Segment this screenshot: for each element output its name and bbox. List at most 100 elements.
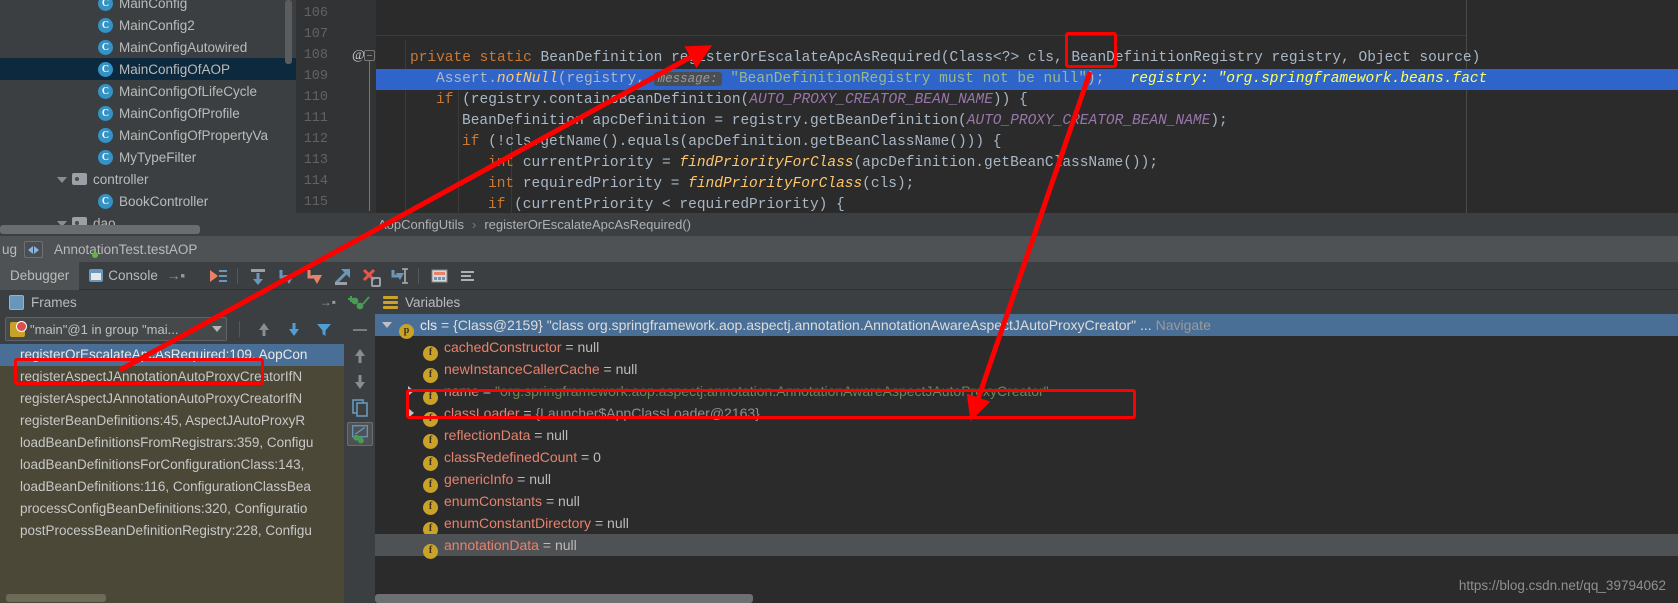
line-number-110: 110 [303,90,328,105]
console-icon [89,269,104,282]
variable-row-newInstanceCallerCache[interactable]: f newInstanceCallerCache = null [375,358,1678,383]
tree-item-mainconfigoflifecycle[interactable]: C MainConfigOfLifeCycle [0,80,296,102]
evaluate-expression-icon[interactable] [425,262,453,290]
toolbar-separator-2 [418,267,420,284]
frame-list-item[interactable]: loadBeanDefinitionsFromRegistrars:359, C… [0,432,344,454]
debug-session-title[interactable]: AnnotationTest.testAOP [54,242,197,257]
copy-icon[interactable] [347,396,373,420]
variable-row-classRedefinedCount[interactable]: f classRedefinedCount = 0 [375,446,1678,471]
tree-item-mainconfig[interactable]: C MainConfig [0,0,296,14]
java-class-icon: C [98,149,113,165]
code-token: private [410,50,480,66]
tree-item-controller[interactable]: controller [0,168,296,190]
breadcrumb-method[interactable]: registerOrEscalateApcAsRequired() [484,217,691,232]
step-out-icon[interactable] [328,262,356,290]
variable-equals: = [577,449,594,465]
code-line-112[interactable]: if (!cls.getName().equals(apcDefinition.… [376,132,1002,153]
code-line-113[interactable]: int currentPriority = findPriorityForCla… [376,153,1158,174]
code-token: requiredPriority = [522,176,689,192]
variable-name: cls [420,317,438,333]
filter-icon[interactable] [312,317,336,341]
run-to-cursor-icon[interactable] [384,262,412,290]
variable-row-cachedConstructor[interactable]: f cachedConstructor = null [375,336,1678,361]
down-arrow-icon[interactable] [282,317,306,341]
tree-item-label: MainConfigAutowired [119,39,248,55]
force-step-into-icon[interactable] [300,262,328,290]
remove-icon[interactable] [347,318,373,342]
chevron-down-icon[interactable] [381,319,393,331]
tree-expand-arrow-icon[interactable] [56,173,68,185]
pin-tab-icon[interactable]: →▪ [167,268,185,283]
tree-item-mainconfigofaop[interactable]: C MainConfigOfAOP [0,58,296,80]
variable-name: classRedefinedCount [444,449,578,465]
project-tree-panel[interactable]: C MainConfig C MainConfig2 C MainConfigAutowi… [0,0,296,236]
tree-item-bookcontroller[interactable]: C BookController [0,190,296,212]
move-down-icon[interactable] [347,370,373,394]
editor-gutter[interactable]: 106 107 108 109 110 111 112 113 114 115 @ [296,0,376,236]
variable-equals: = [437,317,454,333]
code-token: (Class<?> cls, BeanDefinitionRegistry re… [940,50,1481,66]
code-editor[interactable]: private static BeanDefinition registerOr… [376,0,1678,236]
up-arrow-icon[interactable] [252,317,276,341]
code-token: registry: "org.springframework.beans.fac… [1104,71,1488,87]
settings-watch-icon[interactable] [346,422,373,446]
variable-name: genericInfo [444,471,514,487]
code-token: if [436,92,463,108]
tree-item-mainconfig2[interactable]: C MainConfig2 [0,14,296,36]
code-line-109[interactable]: Assert.notNull(registry, message: "BeanD… [376,69,1678,90]
step-over-icon[interactable] [244,262,272,290]
variable-content: f cachedConstructor = null [423,339,599,361]
variable-name: reflectionData [444,427,531,443]
frame-list-item[interactable]: registerBeanDefinitions:45, AspectJAutoP… [0,410,344,432]
line-number-106: 106 [303,6,328,21]
code-line-110[interactable]: if (registry.containsBeanDefinition(AUTO… [376,90,1028,111]
editor-top-divider [376,35,1466,36]
frame-list-item[interactable]: loadBeanDefinitionsForConfigurationClass… [0,454,344,476]
add-watch-icon[interactable] [347,292,373,316]
variable-row-genericInfo[interactable]: f genericInfo = null [375,468,1678,493]
variable-row-annotationData[interactable]: f annotationData = null [375,534,1678,559]
resume-program-icon[interactable] [203,262,231,290]
move-up-icon[interactable] [347,344,373,368]
code-token: BeanDefinition [540,50,672,66]
variable-equals: = [561,339,578,355]
tab-debugger[interactable]: Debugger [0,261,80,290]
breadcrumb[interactable]: AopConfigUtils › registerOrEscalateApcAs… [296,213,1678,236]
code-token: notNull [496,71,558,87]
frame-list-item[interactable]: loadBeanDefinitions:116, ConfigurationCl… [0,476,344,498]
step-into-icon[interactable] [272,262,300,290]
variable-value: null [546,427,569,443]
code-line-114[interactable]: int requiredPriority = findPriorityForCl… [376,174,914,195]
breadcrumb-class[interactable]: AopConfigUtils [378,217,464,232]
variable-row-cls[interactable]: p cls = {Class@2159} "class org.springfra… [375,314,1678,339]
frame-list-item[interactable]: registerAspectJAnnotationAutoProxyCreato… [0,388,344,410]
variable-row-enumConstantDirectory[interactable]: f enumConstantDirectory = null [375,512,1678,537]
navigate-link[interactable]: Navigate [1156,317,1211,333]
tab-debugger-label: Debugger [10,268,70,283]
code-line-108[interactable]: private static BeanDefinition registerOr… [376,48,1480,69]
tree-item-mytypefilter[interactable]: C MyTypeFilter [0,146,296,168]
variables-horizontal-scrollbar[interactable] [375,594,753,603]
variable-row-reflectionData[interactable]: f reflectionData = null [375,424,1678,449]
line-number-112: 112 [303,132,328,147]
tree-item-mainconfigofpropertyva[interactable]: C MainConfigOfPropertyVa [0,124,296,146]
frame-list-item[interactable]: postProcessBeanDefinitionRegistry:228, C… [0,520,344,542]
tree-item-mainconfigofprofile[interactable]: C MainConfigOfProfile [0,102,296,124]
variables-list[interactable]: p cls = {Class@2159} "class org.springfra… [375,314,1678,603]
tree-item-mainconfigautowired[interactable]: C MainConfigAutowired [0,36,296,58]
frames-header: Frames →▪ [0,290,344,314]
frame-list-item[interactable]: processConfigBeanDefinitions:320, Config… [0,498,344,520]
view-breakpoints-icon[interactable] [453,262,481,290]
frames-horizontal-scrollbar[interactable] [6,594,106,602]
thread-dropdown[interactable]: "main"@1 in group "mai... [5,317,227,341]
frames-pin-icon[interactable]: →▪ [320,295,336,309]
code-token: AUTO_PROXY_CREATOR_BEAN_NAME [966,113,1211,129]
project-tree-horizontal-scrollbar[interactable] [0,225,200,234]
run-configuration-icon[interactable] [24,240,44,258]
code-line-111[interactable]: BeanDefinition apcDefinition = registry.… [376,111,1228,132]
variables-header: Variables [375,290,1678,314]
drop-frame-icon[interactable] [356,262,384,290]
tab-console[interactable]: Console →▪ [79,262,195,290]
code-fold-marker[interactable] [364,50,375,61]
variable-row-enumConstants[interactable]: f enumConstants = null [375,490,1678,515]
